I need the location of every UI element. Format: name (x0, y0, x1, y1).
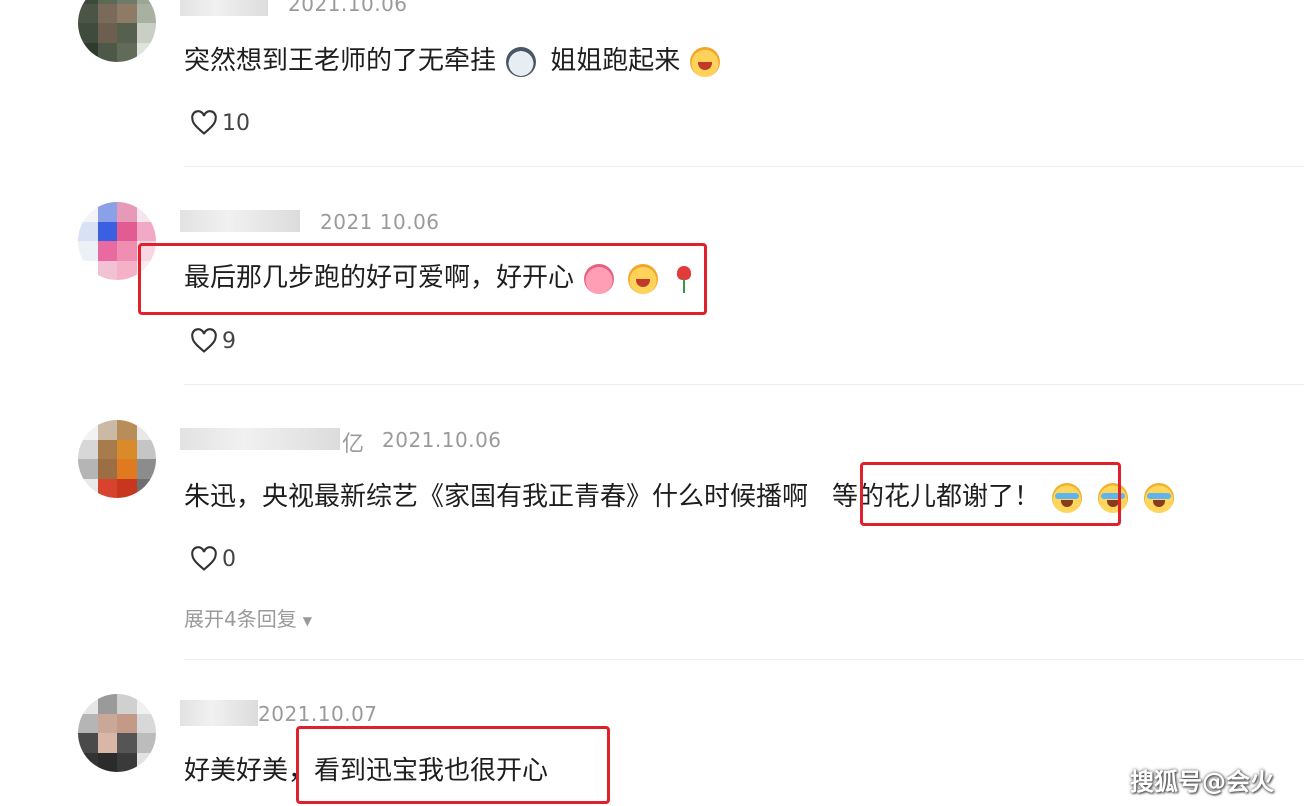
comment-date: 2021 10.06 (320, 210, 440, 234)
expand-replies-link[interactable]: 展开4条回复 ▼ (184, 603, 312, 632)
avatar[interactable] (78, 0, 156, 62)
divider (184, 384, 1304, 385)
username-blurred[interactable] (180, 210, 300, 232)
laughing-emoji-icon (690, 46, 721, 77)
heart-outline-icon (191, 546, 217, 571)
username-blurred[interactable] (180, 0, 268, 16)
username-suffix[interactable]: 亿 (342, 426, 365, 458)
like-count: 9 (222, 328, 236, 354)
comment-date: 2021.10.06 (382, 428, 502, 452)
expand-replies-label: 展开4条回复 (184, 607, 297, 631)
like-button[interactable]: 0 (190, 546, 236, 572)
divider (184, 659, 1304, 660)
like-button[interactable]: 10 (190, 110, 250, 136)
comment-text: 突然想到王老师的了无牵挂 姐姐跑起来 (184, 40, 721, 77)
comment-text-part: 好美好美 (184, 756, 289, 786)
username-blurred[interactable] (180, 700, 258, 726)
username-blurred[interactable] (180, 428, 340, 450)
like-count: 10 (222, 110, 250, 136)
cat-emoji-icon (506, 46, 537, 77)
watermark: 搜狐号@会火 (1130, 768, 1274, 796)
divider (184, 166, 1304, 167)
highlight-box (860, 462, 1121, 526)
like-button[interactable]: 9 (190, 328, 236, 354)
comment-text-part: 突然想到王老师的了无牵挂 (184, 46, 497, 76)
comment-date: 2021.10.07 (258, 702, 378, 726)
heart-outline-icon (191, 110, 217, 135)
crying-laughing-emoji-icon (1144, 482, 1175, 513)
avatar[interactable] (78, 694, 156, 772)
heart-outline-icon (191, 328, 217, 353)
highlight-box (296, 726, 610, 804)
avatar[interactable] (78, 420, 156, 498)
highlight-box (138, 243, 707, 315)
like-count: 0 (222, 546, 236, 572)
comment-text-part: 姐姐跑起来 (550, 46, 681, 76)
comment-text-part: 朱迅，央视最新综艺《家国有我正青春》什么时候播啊 (184, 482, 809, 512)
caret-down-icon: ▼ (302, 613, 312, 628)
comment-date: 2021.10.06 (288, 0, 408, 16)
